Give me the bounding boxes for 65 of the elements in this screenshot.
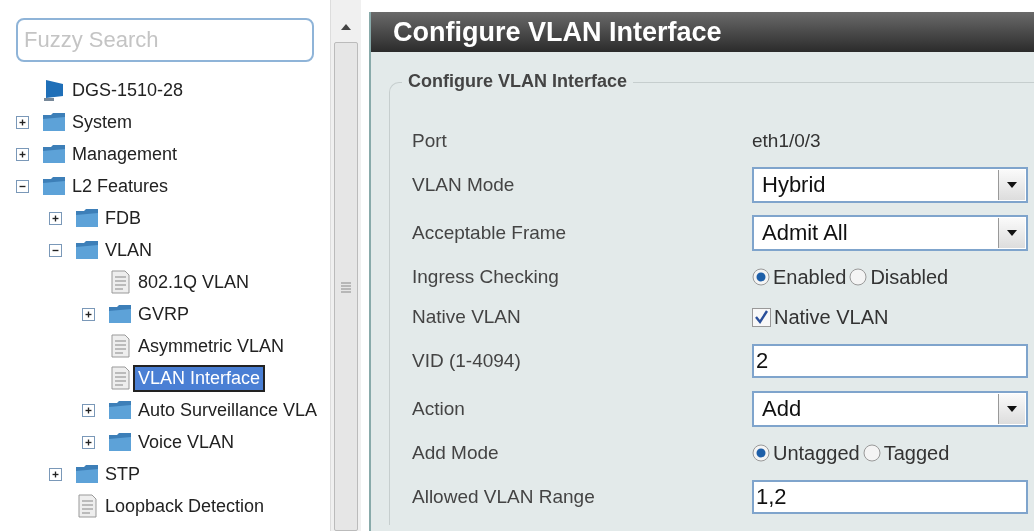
field-label: VID (1-4094) <box>412 350 522 372</box>
expand-icon[interactable] <box>49 467 62 481</box>
folder-icon <box>41 142 67 166</box>
expand-icon[interactable] <box>49 211 62 225</box>
tree-item[interactable]: Loopback Detection <box>102 494 268 518</box>
expand-icon[interactable] <box>16 115 29 129</box>
tree-item[interactable]: 802.1Q VLAN <box>135 270 253 294</box>
dropdown[interactable]: Add <box>752 391 1028 427</box>
field-value: eth1/0/3 <box>752 130 821 152</box>
collapse-icon[interactable] <box>49 243 62 257</box>
field-label: VLAN Mode <box>412 174 516 196</box>
input-field[interactable]: 2 <box>752 344 1028 378</box>
tree-item[interactable]: VLAN <box>102 238 156 262</box>
expand-icon[interactable] <box>82 307 95 321</box>
folder-icon <box>41 174 67 198</box>
dropdown[interactable]: Admit All <box>752 215 1028 251</box>
folder-icon <box>107 302 133 326</box>
tree-item[interactable]: L2 Features <box>69 174 172 198</box>
folder-icon <box>74 206 100 230</box>
folder-icon <box>74 238 100 262</box>
folder-icon <box>107 430 133 454</box>
tree-item[interactable]: Auto Surveillance VLA <box>135 398 321 422</box>
scroll-up-icon[interactable] <box>340 22 352 32</box>
radio-button[interactable] <box>752 268 770 286</box>
tree-item[interactable]: STP <box>102 462 143 486</box>
expand-icon[interactable] <box>82 403 95 417</box>
collapse-icon[interactable] <box>16 179 29 193</box>
section-title: Configure VLAN Interface <box>402 71 634 92</box>
scrollbar-thumb[interactable] <box>334 42 358 531</box>
expand-icon[interactable] <box>82 435 95 449</box>
tree-item[interactable]: FDB <box>102 206 144 230</box>
radio-button[interactable] <box>849 268 868 286</box>
checkbox[interactable] <box>752 307 771 327</box>
tree-item[interactable]: Asymmetric VLAN <box>135 334 288 358</box>
tree-item[interactable]: System <box>69 110 135 134</box>
panel-title: Configure VLAN Interface <box>371 12 1034 52</box>
caret-icon <box>1007 230 1017 236</box>
folder-icon <box>41 110 67 134</box>
radio-label: Enabled <box>773 265 847 289</box>
caret-icon <box>1007 182 1017 188</box>
dropdown[interactable]: Hybrid <box>752 167 1028 203</box>
folder-icon <box>107 398 133 422</box>
radio-label: Untagged <box>773 441 860 465</box>
radio-button[interactable] <box>862 444 881 462</box>
caret-icon <box>1007 406 1017 412</box>
tree-item[interactable]: Management <box>69 142 181 166</box>
radio-label: Tagged <box>883 441 950 465</box>
tree-item[interactable]: Voice VLAN <box>135 430 238 454</box>
field-label: Native VLAN <box>412 306 522 328</box>
expand-icon[interactable] <box>16 147 29 161</box>
radio-label: Disabled <box>870 265 949 289</box>
folder-icon <box>74 462 100 486</box>
field-label: Ingress Checking <box>412 266 560 288</box>
field-label: Acceptable Frame <box>412 222 568 244</box>
search-field[interactable]: Fuzzy Search <box>16 18 314 62</box>
field-label: Allowed VLAN Range <box>412 486 596 508</box>
tree-item[interactable]: VLAN Interface <box>135 366 264 390</box>
tree-item[interactable]: DGS-1510-28 <box>69 78 187 102</box>
tree-item[interactable]: GVRP <box>135 302 192 326</box>
field-label: Add Mode <box>412 442 500 464</box>
field-label: Port <box>412 130 448 152</box>
radio-button[interactable] <box>752 444 770 462</box>
input-field[interactable]: 1,2 <box>752 480 1028 514</box>
checkbox-label: Native VLAN <box>774 305 889 329</box>
field-label: Action <box>412 398 466 420</box>
